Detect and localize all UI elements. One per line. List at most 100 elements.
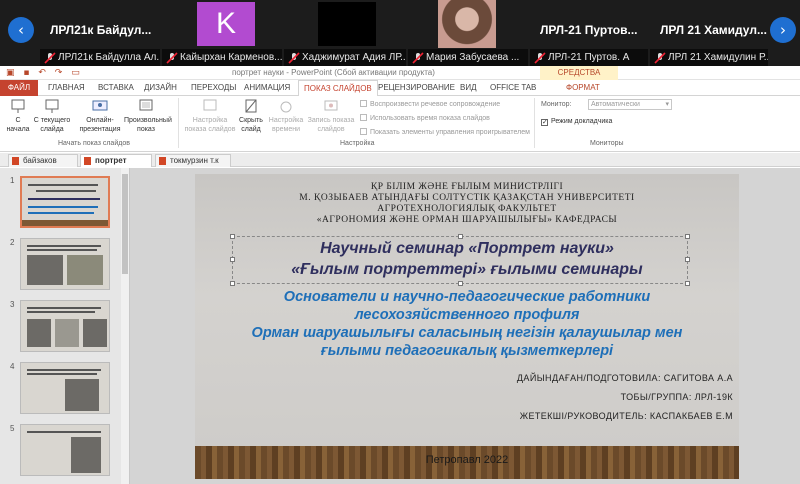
present-online-label: Онлайн-презентация — [79, 117, 121, 133]
slide-thumbnail-2[interactable] — [20, 238, 110, 290]
mic-muted-icon — [44, 52, 56, 64]
editor-workspace: 1 2 3 4 5 ҚР БІЛІМ ЖӘНЕ ҒЫЛЫМ МИНИСТРЛІГ… — [0, 168, 800, 484]
rehearse-label: Настройка времени — [268, 117, 304, 133]
slideshow-start-icon — [11, 99, 25, 113]
record-slide-show-button[interactable]: Запись показа слайдов — [306, 98, 356, 134]
monitor-label: Монитор: — [541, 101, 572, 108]
participant-tile-6[interactable]: ЛРЛ 21 Хамидул... ЛРЛ 21 Хамидулин Р... — [650, 0, 768, 66]
tab-insert[interactable]: ВСТАВКА — [98, 80, 134, 96]
set-up-slide-show-button[interactable]: Настройка показа слайдов — [184, 98, 236, 134]
record-icon — [324, 100, 338, 111]
department-line: «АГРОНОМИЯ ЖӘНЕ ОРМАН ШАРУАШЫЛЫҒЫ» КАФЕД… — [316, 215, 618, 225]
group-label-start-show: Начать показ слайдов — [58, 140, 130, 147]
tab-slide-show[interactable]: ПОКАЗ СЛАЙДОВ — [298, 80, 378, 97]
subtitle-ru-line1: Основатели и научно-педагогические работ… — [283, 289, 651, 305]
participant-caption: Мария Забусаева ... — [426, 52, 520, 63]
participant-caption: Кайырхан Карменов... — [180, 52, 282, 63]
next-page-button[interactable]: › — [770, 17, 796, 43]
window-title: портрет науки - PowerPoint (Сбой активац… — [232, 68, 435, 77]
participant-name: ЛРЛ 21 Хамидул... — [660, 23, 767, 37]
participant-caption: ЛРЛ 21 Хамидулин Р... — [668, 52, 768, 63]
from-beginning-button[interactable]: С начала — [4, 98, 32, 134]
participant-tile-3[interactable]: Хаджимурат Адия ЛР... — [284, 0, 406, 66]
hide-slide-icon — [245, 99, 257, 113]
tab-office-tab[interactable]: OFFICE TAB — [490, 80, 536, 96]
group: ТОБЫ/ГРУППА: ЛРЛ-19К — [620, 392, 733, 402]
ribbon-slide-show: С начала С текущего слайда Онлайн-презен… — [0, 96, 800, 152]
participant-photo — [438, 0, 496, 48]
participant-tile-5[interactable]: ЛРЛ-21 Пуртов... ЛРЛ-21 Пуртов. А — [530, 0, 648, 66]
group-label-monitors: Мониторы — [590, 140, 624, 147]
drawing-tools-header: СРЕДСТВА РИСОВАНИЯ — [540, 66, 618, 91]
use-timings-label: Использовать время показа слайдов — [370, 115, 490, 122]
setup-show-icon — [203, 99, 217, 111]
play-narrations-label: Воспроизвести речевое сопровождение — [370, 101, 501, 108]
faculty-line: АГРОТЕХНОЛОГИЯЛЫҚ ФАКУЛЬТЕТ — [377, 204, 557, 214]
doc-tab-tokmurzin[interactable]: токмурзин т.к — [155, 154, 231, 167]
tab-review[interactable]: РЕЦЕНЗИРОВАНИЕ — [378, 80, 455, 96]
custom-show-icon — [139, 99, 153, 111]
hide-slide-label: Скрыть слайд — [239, 117, 263, 133]
participant-tile-1[interactable]: ЛРЛ21к Байдул... ЛРЛ21к Байдулла Ал... — [40, 0, 160, 66]
doc-tab-baizakov[interactable]: байзаков — [8, 154, 78, 167]
tab-animations[interactable]: АНИМАЦИЯ — [244, 80, 290, 96]
participant-caption: ЛРЛ-21 Пуртов. А — [548, 52, 630, 63]
tab-file[interactable]: ФАЙЛ — [0, 80, 38, 96]
group-label-setup: Настройка — [340, 140, 375, 147]
present-online-icon — [92, 100, 108, 111]
tab-transitions[interactable]: ПЕРЕХОДЫ — [191, 80, 236, 96]
participant-tile-2[interactable]: K Кайырхан Карменов... — [162, 0, 282, 66]
slide-number: 1 — [10, 176, 15, 185]
from-beginning-label: С начала — [6, 117, 30, 133]
participant-tile-4[interactable]: Мария Забусаева ... — [408, 0, 528, 66]
presenter-view-checkbox[interactable]: Режим докладчика — [541, 118, 612, 126]
slide-thumbnail-1[interactable] — [20, 176, 110, 228]
previous-page-button[interactable]: ‹ — [8, 17, 34, 43]
doc-tab-portret-nauki[interactable]: портрет науки× — [80, 154, 152, 177]
slide-title-ru: Научный семинар «Портрет науки» — [320, 240, 614, 257]
tab-format[interactable]: ФОРМАТ — [566, 80, 600, 96]
subtitle-kz-line2: ғылыми педагогикалық қызметкерлері — [320, 343, 614, 359]
monitor-select[interactable]: Автоматически ▾ — [588, 99, 672, 110]
use-timings-checkbox[interactable]: Использовать время показа слайдов — [360, 114, 490, 122]
app-logo-icon: ▣ — [6, 68, 15, 78]
chevron-down-icon: ▾ — [665, 101, 669, 108]
slide-thumbnail-3[interactable] — [20, 300, 110, 352]
slide-thumbnail-4[interactable] — [20, 362, 110, 414]
tab-design[interactable]: ДИЗАЙН — [144, 80, 177, 96]
ministry-line: ҚР БІЛІМ ЖӘНЕ ҒЫЛЫМ МИНИСТРЛІГІ — [370, 182, 564, 192]
stopwatch-icon — [280, 101, 292, 113]
slide-canvas[interactable]: ҚР БІЛІМ ЖӘНЕ ҒЫЛЫМ МИНИСТРЛІГІ М. ҚОЗЫБ… — [195, 174, 739, 479]
thumbnails-scrollbar[interactable] — [121, 168, 129, 484]
custom-show-button[interactable]: Произвольный показ — [124, 98, 172, 134]
hide-slide-button[interactable]: Скрыть слайд — [236, 98, 266, 134]
subtitle-ru-line2: лесохозяйственного профиля — [354, 307, 580, 323]
tab-view[interactable]: ВИД — [460, 80, 477, 96]
redo-icon[interactable]: ↷ — [55, 68, 63, 78]
slide-thumbnail-5[interactable] — [20, 424, 110, 476]
tab-home[interactable]: ГЛАВНАЯ — [48, 80, 85, 96]
city-year: Петропавл 2022 — [425, 454, 509, 466]
presenter-view-label: Режим докладчика — [551, 118, 613, 125]
video-conference-strip: ‹ ЛРЛ21к Байдул... ЛРЛ21к Байдулла Ал...… — [0, 0, 800, 66]
powerpoint-window: ▣ ▪ ↶ ↷ ▭ портрет науки - PowerPoint (Сб… — [0, 66, 800, 484]
document-tabs: байзаков портрет науки× токмурзин т.к — [0, 153, 800, 177]
mic-muted-icon — [654, 52, 666, 64]
show-media-controls-checkbox[interactable]: Показать элементы управления проигрывате… — [360, 128, 530, 136]
participant-caption: Хаджимурат Адия ЛР... — [302, 52, 406, 63]
play-narrations-checkbox[interactable]: Воспроизвести речевое сопровождение — [360, 100, 500, 108]
start-show-icon[interactable]: ▭ — [71, 68, 80, 78]
undo-icon[interactable]: ↶ — [38, 68, 46, 78]
slide-number: 5 — [10, 424, 15, 433]
chevron-left-icon: ‹ — [18, 21, 24, 39]
save-icon[interactable]: ▪ — [23, 68, 29, 78]
university-line: М. ҚОЗЫБАЕВ АТЫНДАҒЫ СОЛТҮСТІК ҚАЗАҚСТАН… — [299, 193, 635, 203]
chevron-right-icon: › — [780, 21, 786, 39]
from-current-slide-button[interactable]: С текущего слайда — [32, 98, 72, 134]
slide-number: 2 — [10, 238, 15, 247]
show-media-controls-label: Показать элементы управления проигрывате… — [370, 129, 530, 136]
record-label: Запись показа слайдов — [307, 117, 355, 133]
rehearse-timings-button[interactable]: Настройка времени — [268, 98, 304, 134]
present-online-button[interactable]: Онлайн-презентация — [78, 98, 122, 134]
ribbon-tabs: ФАЙЛ ГЛАВНАЯ ВСТАВКА ДИЗАЙН ПЕРЕХОДЫ АНИ… — [0, 80, 800, 97]
